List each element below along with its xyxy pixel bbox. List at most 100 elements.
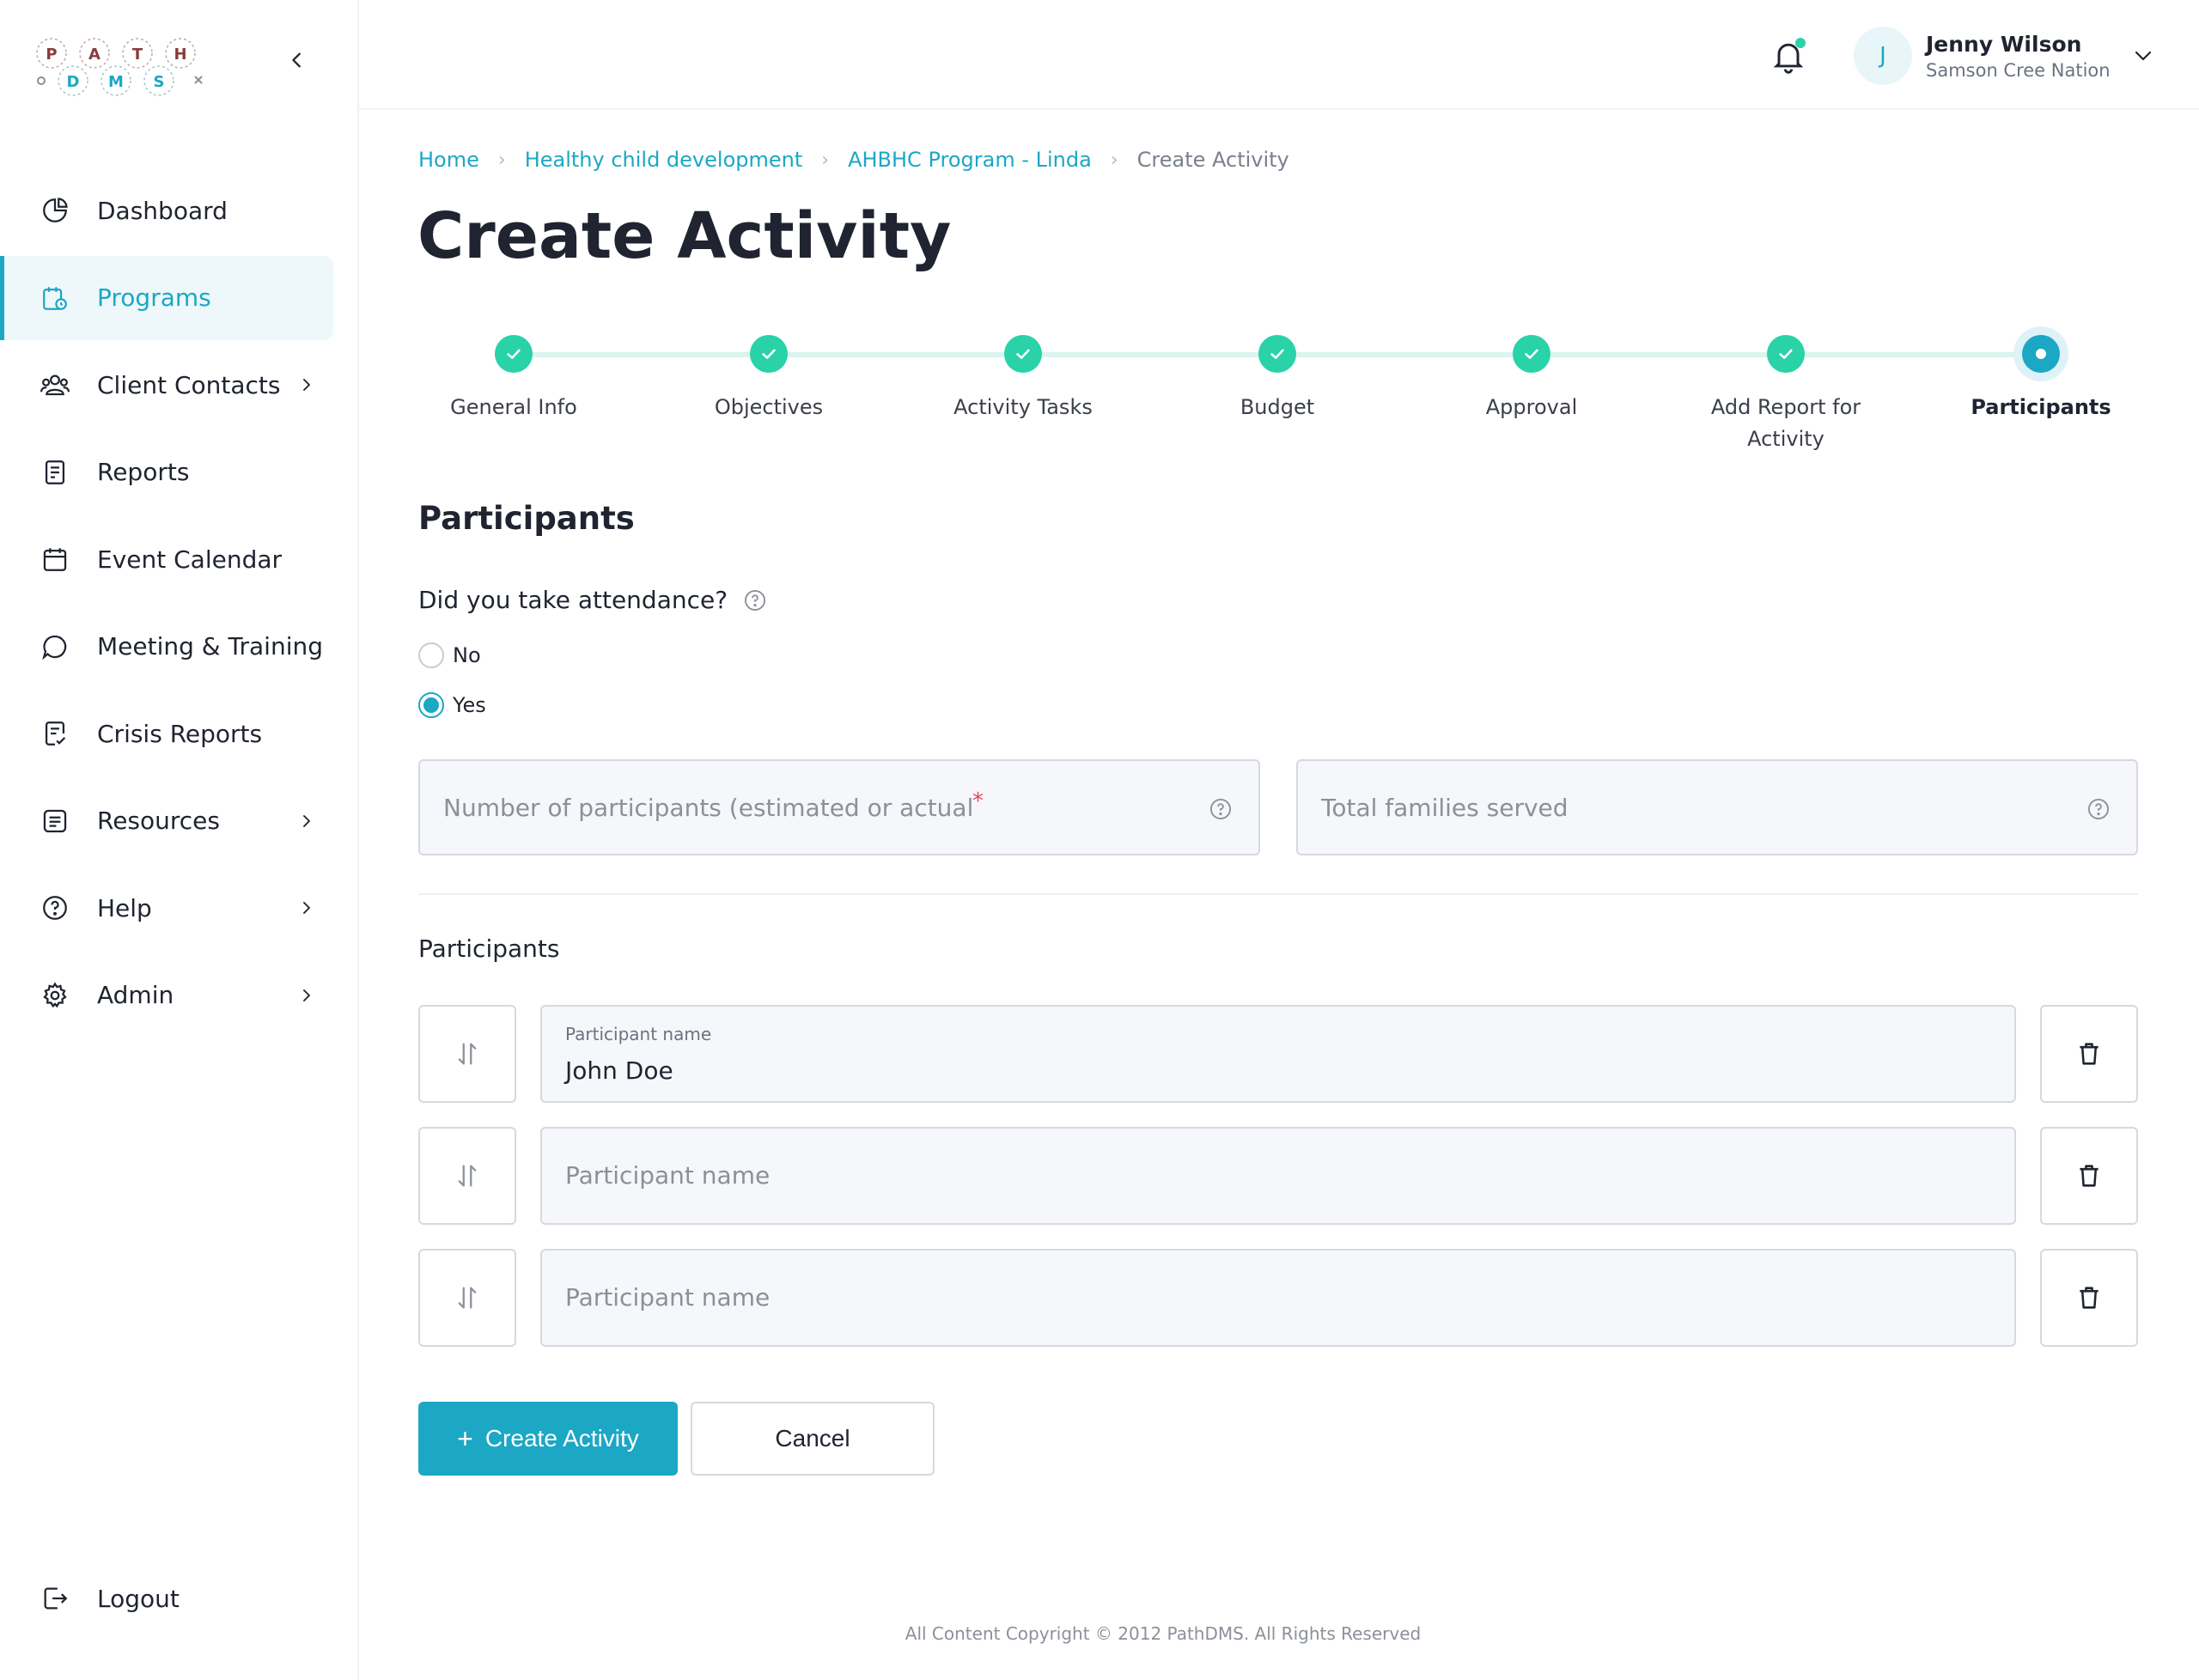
trash-icon: [2080, 1043, 2098, 1065]
step-general-info[interactable]: General Info: [419, 326, 608, 423]
delete-participant-button[interactable]: [2040, 1005, 2138, 1103]
chevron-right-icon: [294, 979, 320, 1012]
question-mark-icon[interactable]: [743, 588, 767, 612]
breadcrumb: Home › Healthy child development › AHBHC…: [418, 148, 1289, 172]
logout-label: Logout: [97, 1584, 180, 1613]
check-icon: [495, 335, 533, 373]
trash-icon: [2080, 1165, 2098, 1187]
total-families-input[interactable]: [1321, 793, 2014, 822]
sidebar-item-label: Meeting & Training: [97, 632, 324, 660]
radio-label: Yes: [453, 693, 486, 717]
sidebar-item-dashboard[interactable]: Dashboard: [0, 168, 359, 253]
sidebar-item-crisis-reports[interactable]: Crisis Reports: [0, 691, 359, 776]
breadcrumb-program[interactable]: AHBHC Program - Linda: [848, 148, 1092, 172]
svg-text:H: H: [174, 46, 186, 64]
sidebar-item-event-calendar[interactable]: Event Calendar: [0, 517, 359, 601]
step-label: Activity Tasks: [953, 395, 1093, 419]
check-icon: [1767, 335, 1805, 373]
sidebar-item-admin[interactable]: Admin: [0, 953, 359, 1038]
sidebar-item-help[interactable]: Help: [0, 866, 359, 950]
participant-name-field[interactable]: [540, 1249, 2016, 1347]
sidebar-item-label: Dashboard: [97, 196, 228, 225]
top-bar: J Jenny Wilson Samson Cree Nation: [359, 0, 2199, 110]
participant-name-input[interactable]: [565, 1283, 1940, 1312]
step-label: Participants: [1971, 395, 2111, 419]
delete-participant-button[interactable]: [2040, 1127, 2138, 1225]
avatar: J: [1854, 27, 1912, 85]
user-info: Jenny Wilson Samson Cree Nation: [1926, 32, 2111, 81]
notifications-button[interactable]: [1770, 36, 1807, 76]
breadcrumb-separator: ›: [497, 149, 506, 171]
question-mark-icon[interactable]: [1209, 797, 1233, 821]
dashboard-icon: [38, 193, 72, 228]
sidebar-item-label: Resources: [97, 807, 220, 835]
participant-name-field[interactable]: Participant name John Doe: [540, 1005, 2016, 1103]
attendance-question-label: Did you take attendance?: [418, 586, 728, 614]
section-title: Participants: [418, 500, 635, 537]
breadcrumb-home[interactable]: Home: [418, 148, 479, 172]
step-budget[interactable]: Budget: [1183, 326, 1372, 423]
delete-participant-button[interactable]: [2040, 1249, 2138, 1347]
attendance-option-no[interactable]: No: [418, 642, 481, 668]
path-dms-logo[interactable]: P A T H D M S: [34, 34, 206, 100]
step-label: Approval: [1485, 395, 1578, 419]
sidebar: P A T H D M S Dashboard Programs Client …: [0, 0, 359, 1680]
svg-text:M: M: [108, 73, 124, 91]
step-label: General Info: [450, 395, 577, 419]
check-icon: [1513, 335, 1550, 373]
reorder-handle[interactable]: [418, 1249, 516, 1347]
chevron-right-icon: [294, 368, 320, 401]
gear-icon: [38, 978, 72, 1013]
participant-name-input[interactable]: [565, 1161, 1940, 1190]
sidebar-item-client-contacts[interactable]: Client Contacts: [0, 343, 359, 427]
help-icon: [38, 891, 72, 925]
sort-arrows-icon: [458, 1287, 477, 1309]
participant-name-value[interactable]: John Doe: [565, 1056, 673, 1085]
collapse-sidebar-button[interactable]: [282, 45, 313, 76]
total-families-field[interactable]: [1296, 759, 2138, 855]
sidebar-item-label: Reports: [97, 458, 190, 486]
radio-no[interactable]: [418, 642, 444, 668]
logout-icon: [38, 1581, 72, 1616]
chevron-right-icon: [294, 805, 320, 837]
cancel-button[interactable]: Cancel: [691, 1402, 935, 1476]
step-label: Budget: [1240, 395, 1315, 419]
attendance-option-yes[interactable]: Yes: [418, 692, 486, 718]
breadcrumb-separator: ›: [821, 149, 830, 171]
footer-copyright: All Content Copyright © 2012 PathDMS. Al…: [905, 1623, 1422, 1644]
step-add-report[interactable]: Add Report for Activity: [1691, 326, 1880, 455]
user-name: Jenny Wilson: [1926, 31, 2082, 57]
breadcrumb-current: Create Activity: [1136, 148, 1289, 172]
required-asterisk: *: [972, 788, 984, 814]
sidebar-item-programs[interactable]: Programs: [0, 255, 333, 340]
participants-count-field[interactable]: *: [418, 759, 1260, 855]
reorder-handle[interactable]: [418, 1005, 516, 1103]
create-activity-button[interactable]: + Create Activity: [418, 1402, 678, 1476]
trash-icon: [2080, 1287, 2098, 1309]
participant-name-field[interactable]: [540, 1127, 2016, 1225]
reorder-handle[interactable]: [418, 1127, 516, 1225]
radio-label: No: [453, 643, 481, 667]
breadcrumb-healthy-child-development[interactable]: Healthy child development: [525, 148, 803, 172]
step-approval[interactable]: Approval: [1437, 326, 1626, 423]
radio-yes[interactable]: [418, 692, 444, 718]
sidebar-item-meeting-training[interactable]: Meeting & Training: [0, 605, 359, 689]
check-icon: [1004, 335, 1042, 373]
logout-button[interactable]: Logout: [0, 1556, 359, 1640]
step-objectives[interactable]: Objectives: [674, 326, 863, 423]
step-participants[interactable]: Participants: [1946, 326, 2135, 423]
sidebar-item-resources[interactable]: Resources: [0, 779, 359, 863]
step-label: Add Report for Activity: [1710, 395, 1861, 451]
sidebar-item-label: Crisis Reports: [97, 719, 263, 748]
sidebar-item-reports[interactable]: Reports: [0, 430, 359, 514]
user-organization: Samson Cree Nation: [1926, 59, 2111, 81]
participants-count-input[interactable]: [443, 793, 976, 822]
chevron-down-icon: [2131, 44, 2155, 68]
check-icon: [750, 335, 788, 373]
plus-icon: +: [457, 1422, 473, 1454]
question-mark-icon[interactable]: [2086, 797, 2111, 821]
breadcrumb-separator: ›: [1110, 149, 1118, 171]
user-menu[interactable]: J Jenny Wilson Samson Cree Nation: [1854, 26, 2155, 86]
svg-text:T: T: [132, 46, 143, 64]
step-activity-tasks[interactable]: Activity Tasks: [929, 326, 1118, 423]
